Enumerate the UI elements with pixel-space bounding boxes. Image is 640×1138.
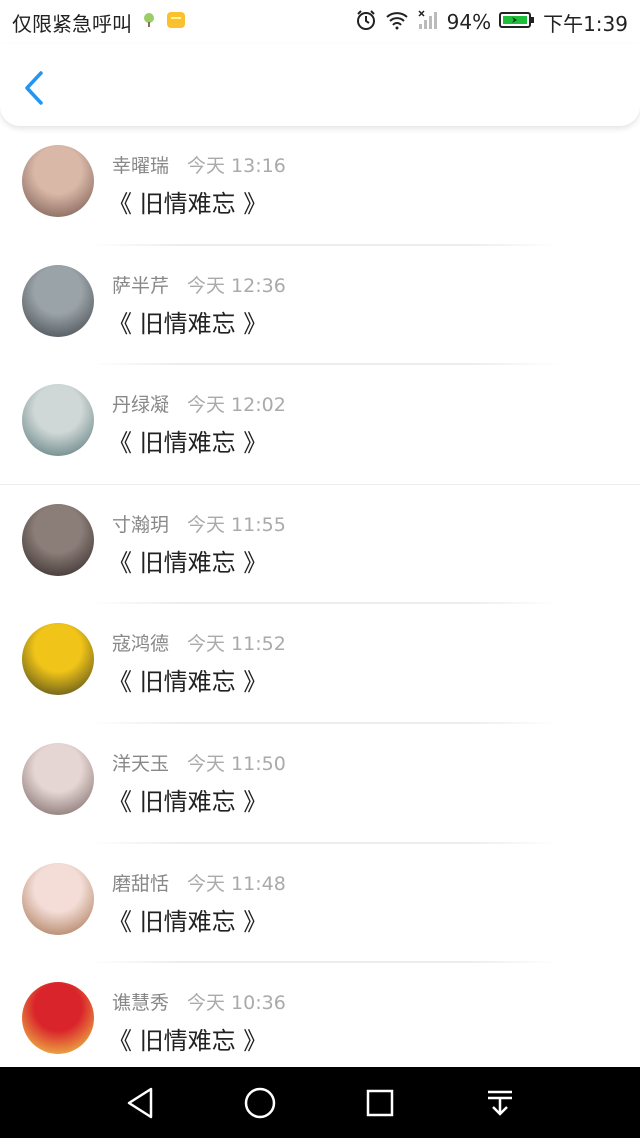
list-item[interactable]: 丹绿凝 今天 12:02 《 旧情难忘 》 — [0, 365, 640, 485]
nav-notification-pull-button[interactable] — [476, 1079, 524, 1127]
list-item[interactable]: 寇鸿德 今天 11:52 《 旧情难忘 》 — [0, 604, 640, 724]
avatar[interactable] — [22, 384, 94, 457]
user-name: 寇鸿德 — [112, 633, 170, 656]
nav-home-button[interactable] — [236, 1079, 284, 1127]
user-name: 幸曜瑞 — [112, 155, 170, 177]
alarm-icon — [355, 9, 377, 36]
avatar[interactable] — [22, 264, 94, 337]
user-name: 洋天玉 — [112, 752, 170, 775]
song-title: 《 旧情难忘 》 — [108, 787, 268, 816]
avatar[interactable] — [22, 623, 94, 696]
battery-percent: 94% — [446, 10, 492, 34]
status-left: 仅限紧急呼叫 — [12, 8, 186, 37]
timestamp: 今天 11:52 — [187, 633, 286, 656]
avatar[interactable] — [22, 742, 94, 815]
song-title: 《 旧情难忘 》 — [108, 1027, 268, 1056]
notification-icon — [166, 10, 186, 35]
timestamp: 今天 13:16 — [187, 155, 286, 177]
list-item[interactable]: 谯慧秀 今天 10:36 《 旧情难忘 》 — [0, 963, 640, 1067]
signal-icon — [417, 9, 439, 35]
nav-recents-button[interactable] — [356, 1079, 404, 1127]
song-title: 《 旧情难忘 》 — [108, 668, 268, 697]
name-line: 磨甜恬 今天 11:48 — [112, 869, 286, 896]
avatar[interactable] — [22, 503, 94, 576]
name-line: 幸曜瑞 今天 13:16 — [112, 151, 286, 178]
list-item[interactable]: 洋天玉 今天 11:50 《 旧情难忘 》 — [0, 724, 640, 844]
avatar[interactable] — [22, 145, 94, 217]
timestamp: 今天 10:36 — [187, 992, 286, 1015]
user-name: 萨半芹 — [112, 274, 170, 297]
nav-back-button[interactable] — [116, 1079, 164, 1127]
name-line: 寇鸿德 今天 11:52 — [112, 629, 286, 656]
status-bar: 仅限紧急呼叫 94% 下午1:39 — [0, 0, 640, 44]
timestamp: 今天 12:36 — [187, 274, 286, 297]
list-item[interactable]: 萨半芹 今天 12:36 《 旧情难忘 》 — [0, 246, 640, 366]
message-list: 幸曜瑞 今天 13:16 《 旧情难忘 》萨半芹 今天 12:36 《 旧情难忘 》丹绿… — [0, 126, 640, 1067]
carrier-text: 仅限紧急呼叫 — [12, 11, 132, 36]
name-line: 萨半芹 今天 12:36 — [112, 271, 286, 298]
timestamp: 今天 11:55 — [187, 513, 286, 536]
song-title: 《 旧情难忘 》 — [108, 548, 268, 577]
list-item[interactable]: 寸瀚玥 今天 11:55 《 旧情难忘 》 — [0, 485, 640, 605]
wifi-icon — [385, 10, 409, 35]
song-title: 《 旧情难忘 》 — [108, 907, 268, 936]
timestamp: 今天 11:50 — [187, 752, 286, 775]
home-circle-icon — [244, 1087, 276, 1118]
timestamp: 今天 12:02 — [187, 394, 286, 417]
user-name: 谯慧秀 — [112, 992, 170, 1015]
list-item[interactable]: 幸曜瑞 今天 13:16 《 旧情难忘 》 — [0, 126, 640, 246]
recents-square-icon — [366, 1089, 394, 1116]
user-name: 寸瀚玥 — [112, 513, 170, 536]
timestamp: 今天 11:48 — [187, 872, 286, 895]
system-nav-bar — [0, 1067, 640, 1138]
back-button[interactable] — [18, 68, 50, 108]
song-title: 《 旧情难忘 》 — [108, 190, 268, 218]
user-name: 磨甜恬 — [112, 872, 170, 895]
chevron-left-icon — [25, 71, 43, 105]
status-right: 94% 下午1:39 — [355, 8, 628, 37]
avatar[interactable] — [22, 862, 94, 935]
avatar[interactable] — [22, 982, 94, 1055]
notification-pull-icon — [488, 1090, 512, 1116]
top-header — [0, 44, 640, 126]
back-triangle-icon — [127, 1087, 153, 1118]
name-line: 洋天玉 今天 11:50 — [112, 749, 286, 776]
battery-charging-icon — [499, 10, 535, 34]
song-title: 《 旧情难忘 》 — [108, 309, 268, 338]
song-title: 《 旧情难忘 》 — [108, 429, 268, 458]
weather-icon — [140, 10, 158, 34]
name-line: 寸瀚玥 今天 11:55 — [112, 510, 286, 537]
name-line: 丹绿凝 今天 12:02 — [112, 390, 286, 417]
name-line: 谯慧秀 今天 10:36 — [112, 988, 286, 1015]
clock-time: 下午1:39 — [543, 11, 628, 36]
list-item[interactable]: 磨甜恬 今天 11:48 《 旧情难忘 》 — [0, 844, 640, 964]
user-name: 丹绿凝 — [112, 394, 170, 417]
